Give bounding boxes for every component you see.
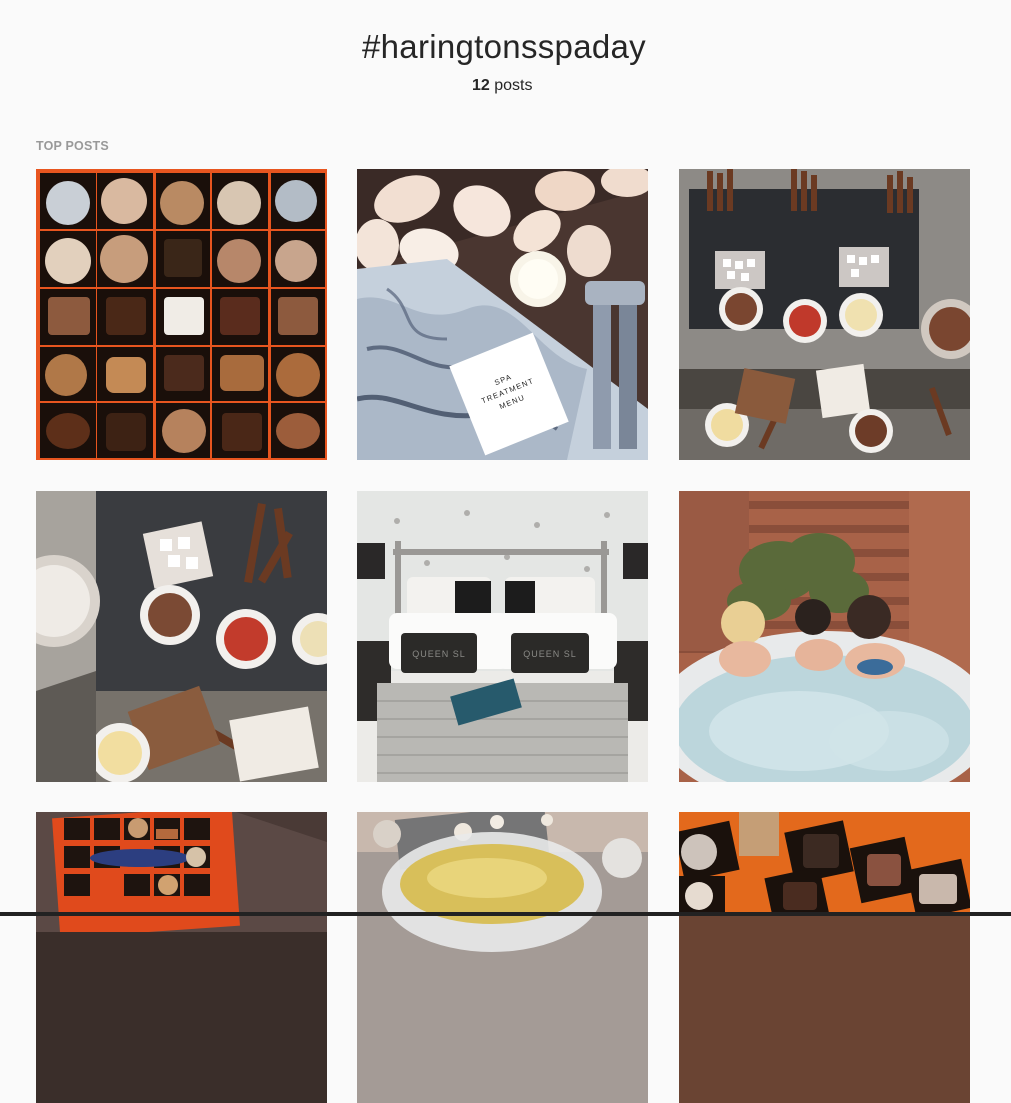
spa-menu-image: SPA TREATMENT MENU bbox=[357, 169, 648, 460]
post-tile-chocolate-box-2[interactable] bbox=[36, 812, 327, 1103]
pillow-text-right: QUEEN SL bbox=[523, 649, 577, 659]
post-count-label: posts bbox=[489, 77, 533, 94]
post-count-number: 12 bbox=[472, 77, 490, 94]
page-bottom-border bbox=[0, 912, 1011, 916]
post-tile-dessert-bowl[interactable] bbox=[357, 812, 648, 1103]
dessert-bowl-image bbox=[357, 812, 648, 1103]
post-tile-bedroom[interactable]: QUEEN SL QUEEN SL bbox=[357, 491, 648, 782]
dessert-closeup-image bbox=[36, 491, 327, 782]
hashtag-title: #haringtonsspaday bbox=[362, 28, 646, 65]
post-tile-hot-tub[interactable] bbox=[679, 491, 970, 782]
pillow-text-left: QUEEN SL bbox=[412, 649, 466, 659]
chocolate-box-2-image bbox=[36, 812, 327, 1103]
post-count: 12 posts bbox=[472, 77, 532, 95]
post-tile-chocolate-box[interactable] bbox=[36, 169, 327, 460]
chocolate-box-image bbox=[36, 169, 327, 460]
post-tile-spa-menu[interactable]: SPA TREATMENT MENU bbox=[357, 169, 648, 460]
chocolate-box-3-image bbox=[679, 812, 970, 1103]
hot-tub-image bbox=[679, 491, 970, 782]
post-tile-chocolate-box-3[interactable] bbox=[679, 812, 970, 1103]
post-tile-dessert-closeup[interactable] bbox=[36, 491, 327, 782]
bedroom-image: QUEEN SL QUEEN SL bbox=[357, 491, 648, 782]
top-posts-heading: TOP POSTS bbox=[36, 139, 109, 153]
post-tile-dessert-bar[interactable] bbox=[679, 169, 970, 460]
dessert-bar-image bbox=[679, 169, 970, 460]
